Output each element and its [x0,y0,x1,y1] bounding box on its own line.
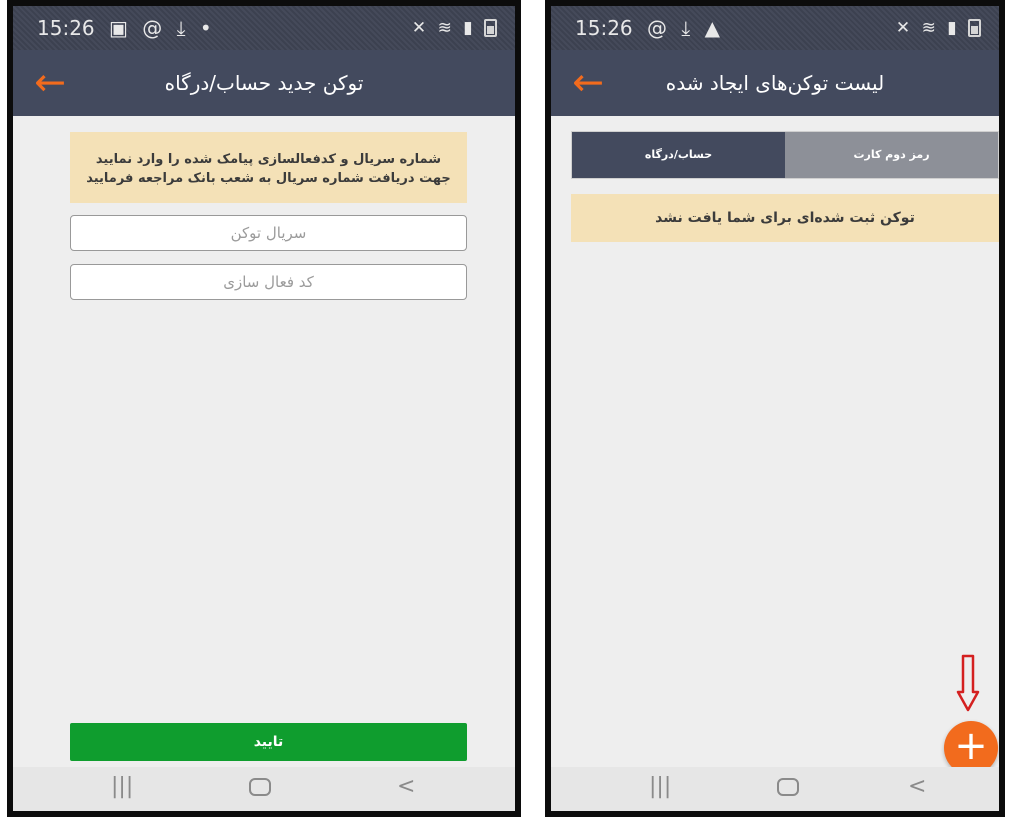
status-bar: 15:26 ▣ @ ⤓ • ✕ ≋ ▮ [13,6,515,50]
notice-line-2: جهت دریافت شماره سریال به شعب بانک مراجع… [86,171,451,186]
home-button[interactable] [777,767,799,807]
notice-line-1: شماره سریال و کدفعالسازی پیامک شده را وا… [95,152,442,167]
signal-icon: ▮ [463,18,473,38]
pointer-arrow-icon [956,654,980,712]
tab-account-gateway[interactable]: حساب/درگاه [572,132,785,178]
instruction-notice: شماره سریال و کدفعالسازی پیامک شده را وا… [70,132,467,203]
back-arrow-icon[interactable]: ← [27,60,73,106]
app-bar: ← توکن جدید حساب/درگاه [13,50,515,116]
system-nav-bar: ||| < [13,767,515,811]
recent-apps-button[interactable]: ||| [649,767,671,807]
wifi-icon: ≋ [437,18,452,38]
back-arrow-icon[interactable]: ← [565,60,611,106]
system-nav-bar: ||| < [551,767,999,811]
dot-icon: • [199,16,212,40]
page-title: لیست توکن‌های ایجاد شده [665,71,885,95]
download-icon: ⤓ [176,16,186,40]
warning-icon: ▲ [704,16,720,40]
download-icon: ⤓ [681,16,691,40]
at-sign-icon: @ [142,16,163,40]
signal-icon: ▮ [947,18,957,38]
token-type-tabs: حساب/درگاه رمز دوم کارت [571,131,999,179]
gallery-icon: ▣ [109,16,128,40]
home-icon [777,778,799,796]
back-button[interactable]: < [397,767,415,807]
wifi-icon: ≋ [921,18,936,38]
page-title: توکن جدید حساب/درگاه [164,71,364,95]
token-serial-input[interactable]: سریال توکن [70,215,467,251]
status-time: 15:26 [575,16,633,40]
confirm-button[interactable]: تایید [70,723,467,761]
phone-screen-token-list: 15:26 @ ⤓ ▲ ✕ ≋ ▮ ← لیست توکن‌های ایجاد … [545,0,1005,817]
battery-icon [968,18,981,38]
mute-icon: ✕ [411,18,427,38]
phone-screen-new-token: 15:26 ▣ @ ⤓ • ✕ ≋ ▮ ← توکن جدید حساب/درگ… [7,0,521,817]
tab-card-second-password[interactable]: رمز دوم کارت [785,132,998,178]
status-bar: 15:26 @ ⤓ ▲ ✕ ≋ ▮ [551,6,999,50]
battery-icon [484,18,497,38]
activation-code-input[interactable]: کد فعال سازی [70,264,467,300]
home-button[interactable] [249,767,271,807]
app-bar: ← لیست توکن‌های ایجاد شده [551,50,999,116]
empty-list-message: توکن ثبت شده‌ای برای شما یافت نشد [571,194,999,242]
status-time: 15:26 [37,16,95,40]
mute-icon: ✕ [895,18,911,38]
recent-apps-button[interactable]: ||| [111,767,133,807]
at-sign-icon: @ [647,16,667,40]
back-button[interactable]: < [908,767,926,807]
home-icon [249,778,271,796]
